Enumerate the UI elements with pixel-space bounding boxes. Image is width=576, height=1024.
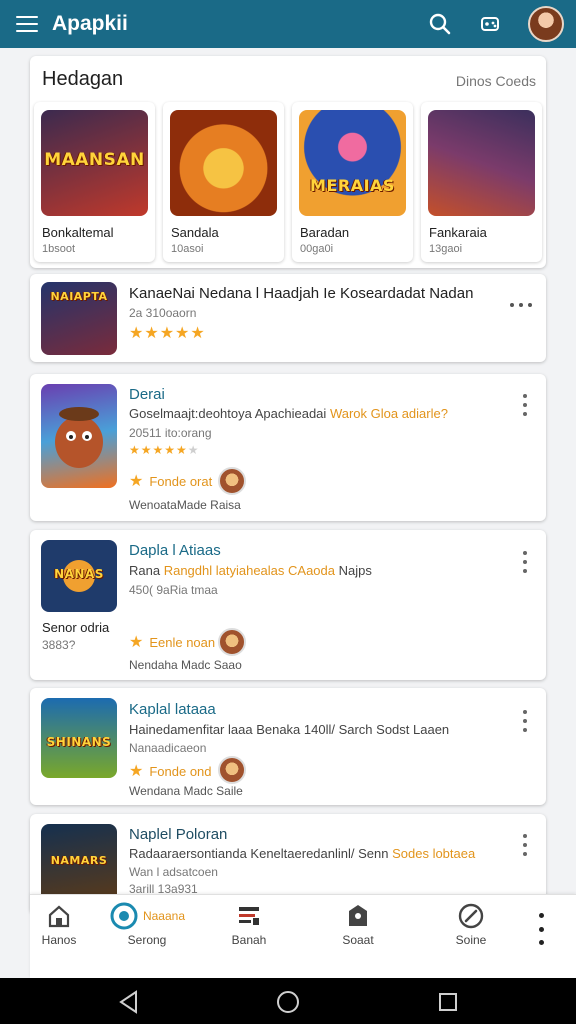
compass-icon (458, 903, 484, 929)
star-icon: ★ (129, 473, 144, 490)
game-thumbnail: SHINANS (41, 698, 117, 778)
item-title: Dapla l Atiaas (129, 542, 221, 559)
game-thumbnail: NANAS (41, 540, 117, 612)
featured-title: Sandala (171, 225, 219, 240)
list-item[interactable]: Derai Goselmaajt:deohtoya Apachieadai Wa… (30, 374, 546, 521)
developer-avatar (218, 756, 246, 784)
puzzle-icon (349, 905, 367, 926)
game-art-text: NANAS (54, 567, 104, 582)
avatar[interactable] (528, 6, 564, 42)
game-controller-icon[interactable] (478, 12, 502, 36)
game-thumbnail (428, 110, 535, 216)
item-title: Kaplal lataaa (129, 701, 216, 718)
nav-item-soine[interactable]: Soine (426, 901, 516, 947)
nav-item-news[interactable]: Banah (204, 901, 294, 947)
featured-card[interactable]: Fankaraia 13gaoi (421, 102, 542, 262)
star-icon: ★ (129, 634, 144, 651)
game-art-text: SHINANS (46, 734, 112, 749)
promo-rating: ★★★★★ (129, 325, 206, 342)
game-thumbnail: MAANSAN (41, 110, 148, 216)
nav-item-soaat[interactable]: Soaat (313, 901, 403, 947)
featured-section: Hedagan Dinos Coeds MAANSAN Bonkaltemal … (30, 56, 546, 268)
item-feature: ★ Fonde orat (129, 473, 213, 490)
promo-card[interactable]: NAIAPTA KanaeNai Nedana l Haadjah Ie Kos… (30, 274, 546, 362)
game-thumbnail (170, 110, 277, 216)
developer-avatar (218, 467, 246, 495)
game-art-text: NAIAPTA (50, 290, 108, 303)
nav-label: Soine (455, 933, 487, 947)
more-icon[interactable] (522, 710, 528, 732)
item-side-name: Senor odria (42, 620, 110, 635)
promo-meta: 2a 310oaorn (129, 306, 197, 320)
featured-title: Fankaraia (429, 225, 487, 240)
item-meta: Nanaadicaeon (129, 741, 207, 755)
item-description: Radaaraersontianda Keneltaeredanlinl/ Se… (129, 846, 476, 861)
item-feature: ★ Fonde ond (129, 763, 212, 780)
section-title: Hedagan (42, 68, 124, 90)
bottom-navigation: Hanos Naaana Serong Banah Soaat Soine (30, 894, 576, 978)
featured-title: Baradan (300, 225, 350, 240)
featured-subtitle: 10asoi (171, 243, 204, 255)
item-side-count: 3883? (42, 638, 76, 652)
featured-subtitle: 1bsoot (42, 243, 76, 255)
game-thumbnail (41, 384, 117, 488)
nav-active-label: Naaana (142, 909, 186, 923)
list-item[interactable]: SHINANS Kaplal lataaa Hainedamenfitar la… (30, 688, 546, 805)
search-icon[interactable] (428, 12, 452, 36)
item-developer: Nendaha Madc Saao (129, 658, 242, 672)
more-icon[interactable] (510, 302, 532, 308)
back-icon (119, 990, 137, 1014)
nav-more-icon[interactable] (538, 913, 544, 945)
game-art-text: MAANSAN (44, 150, 145, 171)
item-description: Goselmaajt:deohtoya Apachieadai Warok Gl… (129, 406, 448, 421)
more-icon[interactable] (522, 394, 528, 416)
news-icon (239, 907, 259, 925)
item-description: Hainedamenfitar laaa Benaka 140ll/ Sarch… (129, 722, 450, 737)
featured-subtitle: 13gaoi (429, 243, 463, 255)
game-thumbnail: NAIAPTA (41, 282, 117, 355)
nav-label: Serong (127, 933, 167, 947)
nav-label: Hanos (41, 933, 77, 947)
star-icon: ★ (129, 763, 144, 780)
character-art (55, 407, 103, 468)
more-icon[interactable] (522, 834, 528, 856)
featured-title: Bonkaltemal (42, 225, 114, 240)
nav-label: Banah (231, 933, 267, 947)
nav-item-serong[interactable]: Naaana Serong (102, 901, 192, 947)
promo-title: KanaeNai Nedana l Haadjah Ie Koseardadat… (129, 285, 474, 302)
item-meta: 20511 ito:orang (129, 426, 212, 440)
home-icon (48, 905, 70, 928)
game-art-text: NAMARS (50, 853, 108, 867)
item-meta: 450( 9aRia tmaa (129, 583, 218, 597)
target-icon (110, 902, 138, 930)
item-developer: Wendana Madc Saile (129, 784, 243, 798)
recents-icon (439, 993, 457, 1011)
item-description: Rana Rangdhl latyiahealas CAaoda Najps (129, 563, 372, 578)
featured-card[interactable]: MAANSAN Bonkaltemal 1bsoot (34, 102, 155, 262)
home-circle-icon (277, 991, 299, 1013)
featured-card[interactable]: MERAIAS Baradan 00ga0i (292, 102, 413, 262)
developer-avatar (218, 628, 246, 656)
app-bar: Apapkii (0, 0, 576, 48)
item-developer: WenoataMade Raisa (129, 498, 241, 512)
game-thumbnail: NAMARS (41, 824, 117, 902)
featured-card[interactable]: Sandala 10asoi (163, 102, 284, 262)
game-thumbnail: MERAIAS (299, 110, 406, 216)
item-title: Naplel Poloran (129, 826, 228, 843)
system-navigation-bar (0, 978, 576, 1024)
app-title: Apapkii (52, 12, 128, 35)
game-art-text: MERAIAS (310, 175, 395, 195)
nav-item-home[interactable]: Hanos (14, 901, 104, 947)
item-feature: ★ Eenle noan (129, 634, 216, 651)
featured-subtitle: 00ga0i (300, 243, 334, 255)
menu-icon[interactable] (16, 16, 38, 32)
list-item[interactable]: NANAS Senor odria 3883? Dapla l Atiaas R… (30, 530, 546, 680)
section-link[interactable]: Dinos Coeds (456, 73, 536, 89)
system-nav-buttons[interactable] (0, 978, 576, 1024)
item-rating: ★★★★★★ (129, 443, 200, 457)
more-icon[interactable] (522, 551, 528, 573)
item-title: Derai (129, 386, 165, 403)
nav-label: Soaat (342, 933, 374, 947)
item-meta: Wan l adsatcoen (129, 865, 218, 879)
